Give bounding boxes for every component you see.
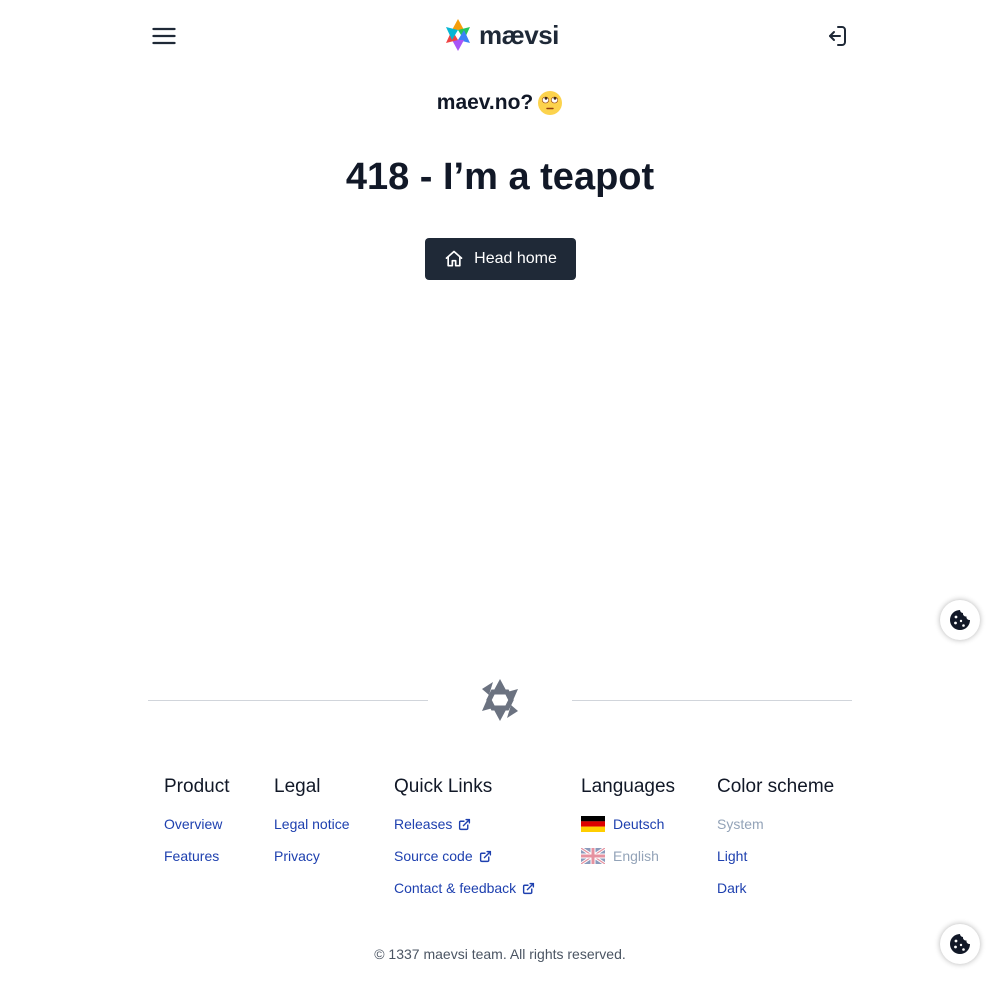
language-option-english[interactable]: English bbox=[581, 840, 675, 872]
footer-link-legal-notice[interactable]: Legal notice bbox=[274, 808, 350, 840]
sign-in-icon bbox=[829, 26, 846, 46]
footer-col-title: Languages bbox=[581, 776, 676, 797]
color-scheme-option-light[interactable]: Light bbox=[717, 840, 834, 872]
uk-flag-icon bbox=[581, 848, 605, 864]
external-link-icon bbox=[459, 818, 471, 830]
color-scheme-option-dark[interactable]: Dark bbox=[717, 872, 834, 904]
footer-link-contact-feedback[interactable]: Contact & feedback bbox=[394, 872, 535, 904]
divider-line-right bbox=[572, 700, 852, 701]
footer-link-source-code[interactable]: Source code bbox=[394, 840, 535, 872]
hamburger-menu-icon bbox=[152, 27, 176, 45]
copyright-text: © 1337 maevsi team. All rights reserved. bbox=[374, 946, 626, 962]
footer-col-title: Legal bbox=[274, 776, 321, 797]
logo-star-icon bbox=[446, 19, 470, 51]
footer-divider bbox=[148, 678, 852, 722]
cookie-icon bbox=[950, 610, 970, 630]
logo-text: mævsi bbox=[479, 19, 559, 50]
head-home-button[interactable]: Head home bbox=[425, 238, 576, 280]
footer-link-overview[interactable]: Overview bbox=[164, 808, 229, 840]
german-flag-icon bbox=[581, 816, 605, 832]
external-link-icon bbox=[523, 882, 535, 894]
footer-link-privacy[interactable]: Privacy bbox=[274, 840, 350, 872]
sign-in-button[interactable] bbox=[820, 20, 852, 52]
footer-col-color-scheme: Color scheme System Light Dark bbox=[717, 776, 834, 904]
footer-col-title: Quick Links bbox=[394, 776, 493, 797]
language-option-deutsch[interactable]: Deutsch bbox=[581, 808, 675, 840]
header: mævsi bbox=[0, 0, 1000, 72]
external-link-icon bbox=[479, 850, 491, 862]
divider-line-left bbox=[148, 700, 428, 701]
tagline-text: maev.no? bbox=[436, 91, 534, 114]
cookie-settings-button[interactable] bbox=[940, 600, 980, 640]
head-home-label: Head home bbox=[474, 250, 557, 267]
footer-link-features[interactable]: Features bbox=[164, 840, 229, 872]
error-title: 418 - I’m a teapot bbox=[345, 156, 655, 198]
footer-col-title: Color scheme bbox=[717, 776, 835, 797]
logo[interactable]: mævsi bbox=[443, 18, 559, 52]
footer-col-quick-links: Quick Links Releases Source code Contact… bbox=[394, 776, 535, 904]
logo-mono-icon bbox=[482, 679, 518, 721]
home-icon bbox=[445, 250, 463, 267]
footer-columns: Product Overview Features Legal Legal no… bbox=[0, 776, 1000, 906]
footer-col-title: Product bbox=[164, 776, 230, 797]
footer-col-languages: Languages Deutsch English bbox=[581, 776, 675, 872]
tagline: maev.no? bbox=[0, 90, 1000, 116]
face-with-rolling-eyes-icon bbox=[538, 91, 563, 115]
footer-col-product: Product Overview Features bbox=[164, 776, 229, 872]
menu-button[interactable] bbox=[148, 20, 180, 52]
footer-col-legal: Legal Legal notice Privacy bbox=[274, 776, 350, 872]
footer-link-releases[interactable]: Releases bbox=[394, 808, 535, 840]
color-scheme-option-system[interactable]: System bbox=[717, 808, 834, 840]
